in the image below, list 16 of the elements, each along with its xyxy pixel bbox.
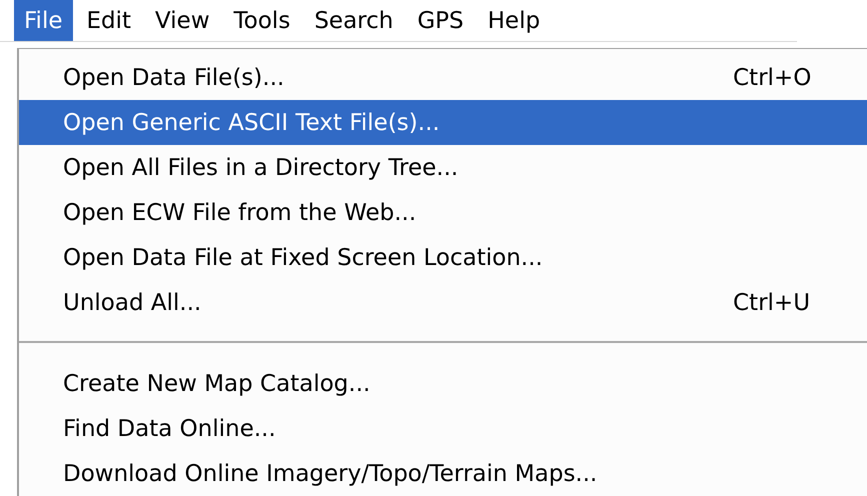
- menu-bar-item[interactable]: GPS: [407, 0, 474, 41]
- menu-bar-item[interactable]: Help: [478, 0, 550, 41]
- menu-bar-item[interactable]: File: [14, 0, 72, 41]
- menu-item[interactable]: Open Generic ASCII Text File(s)...: [19, 100, 867, 145]
- menu-item[interactable]: Open Data File at Fixed Screen Location...: [19, 235, 867, 280]
- menu-bar-item[interactable]: Search: [304, 0, 404, 41]
- menu-item[interactable]: Create New Map Catalog...: [19, 361, 867, 406]
- menu-item[interactable]: Open Data File(s)... Ctrl+O: [19, 55, 867, 100]
- menu-bar-item[interactable]: Tools: [224, 0, 300, 41]
- menu-item[interactable]: Open All Files in a Directory Tree...: [19, 145, 867, 190]
- menu-item[interactable]: Download Online Imagery/Topo/Terrain Maps...: [19, 451, 867, 496]
- menu-item[interactable]: Unload All... Ctrl+U: [19, 280, 867, 325]
- menu-bar-item[interactable]: Edit: [76, 0, 142, 41]
- menu-bar-item[interactable]: View: [145, 0, 220, 41]
- menu-item[interactable]: Find Data Online...: [19, 406, 867, 451]
- menu-item[interactable]: Open ECW File from the Web...: [19, 190, 867, 235]
